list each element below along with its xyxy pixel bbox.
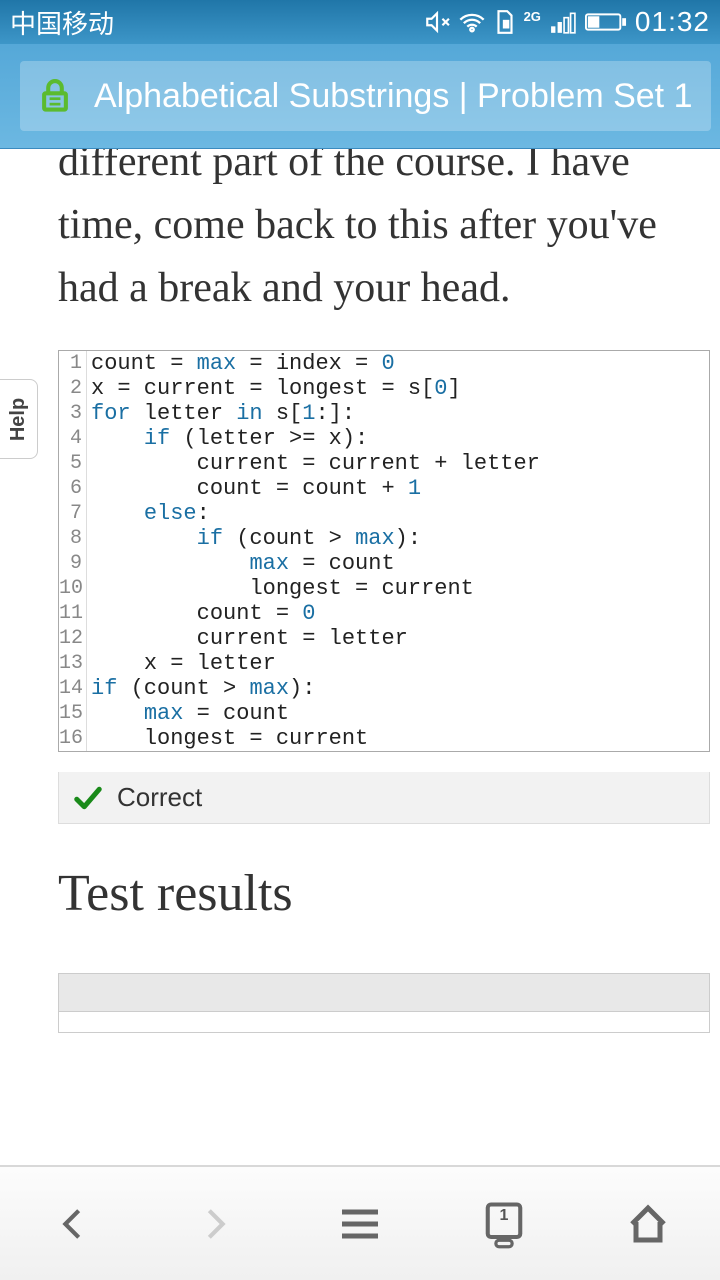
tabs-button[interactable]: 1 [459,1179,549,1269]
code-text: longest = current [87,576,474,601]
code-text: current = letter [87,626,408,651]
tab-count-badge: 1 [500,1207,509,1225]
status-bar: 中国移动 2G 01:32 [0,0,720,44]
code-line: 15 max = count [59,701,709,726]
code-line: 7 else: [59,501,709,526]
line-number: 1 [59,351,87,376]
battery-icon [585,11,627,33]
code-text: x = letter [87,651,276,676]
line-number: 5 [59,451,87,476]
network-type-label: 2G [524,9,541,24]
prose-body: different part of the course. I have tim… [58,149,657,311]
line-number: 13 [59,651,87,676]
clock-label: 01:32 [635,6,710,38]
test-results-heading: Test results [58,864,710,923]
status-icons: 2G 01:32 [424,6,710,38]
code-text: count = 0 [87,601,315,626]
code-text: longest = current [87,726,368,751]
page-title: Alphabetical Substrings | Problem Set 1 [94,77,693,116]
line-number: 7 [59,501,87,526]
code-text: count = max = index = 0 [87,351,395,376]
code-text: for letter in s[1:]: [87,401,355,426]
help-tab-label: Help [7,397,30,440]
instruction-text: suggest that you move on to different pa… [0,149,720,320]
line-number: 14 [59,676,87,701]
feedback-label: Correct [117,782,202,813]
results-panel: CORRECT [58,973,710,1033]
code-editor[interactable]: 1count = max = index = 02x = current = l… [58,350,710,752]
line-number: 4 [59,426,87,451]
line-number: 6 [59,476,87,501]
browser-header: Alphabetical Substrings | Problem Set 1 [0,44,720,149]
code-line: 13 x = letter [59,651,709,676]
code-text: count = count + 1 [87,476,421,501]
help-tab[interactable]: Help [0,379,38,459]
line-number: 11 [59,601,87,626]
code-text: max = count [87,551,395,576]
code-line: 16 longest = current [59,726,709,751]
line-number: 8 [59,526,87,551]
line-number: 3 [59,401,87,426]
line-number: 12 [59,626,87,651]
code-line: 10 longest = current [59,576,709,601]
code-text: current = current + letter [87,451,540,476]
carrier-label: 中国移动 [10,4,114,41]
lock-icon [38,77,72,115]
code-line: 2x = current = longest = s[0] [59,376,709,401]
code-text: else: [87,501,210,526]
line-number: 2 [59,376,87,401]
code-text: if (count > max): [87,526,421,551]
code-text: if (letter >= x): [87,426,368,451]
code-line: 12 current = letter [59,626,709,651]
code-text: x = current = longest = s[0] [87,376,461,401]
url-bar[interactable]: Alphabetical Substrings | Problem Set 1 [20,61,711,131]
code-line: 3for letter in s[1:]: [59,401,709,426]
home-button[interactable] [603,1179,693,1269]
line-number: 16 [59,726,87,751]
line-number: 9 [59,551,87,576]
checkmark-icon [73,783,103,813]
code-line: 5 current = current + letter [59,451,709,476]
results-panel-header [59,974,709,1012]
code-text: max = count [87,701,289,726]
menu-button[interactable] [315,1179,405,1269]
code-text: if (count > max): [87,676,315,701]
line-number: 15 [59,701,87,726]
page-content: Help suggest that you move on to differe… [0,149,720,1165]
mute-icon [424,9,450,35]
code-line: 8 if (count > max): [59,526,709,551]
browser-bottom-nav: 1 [0,1165,720,1280]
code-line: 1count = max = index = 0 [59,351,709,376]
line-number: 10 [59,576,87,601]
feedback-bar: Correct [58,772,710,824]
signal-icon [549,9,577,35]
code-line: 6 count = count + 1 [59,476,709,501]
code-line: 14if (count > max): [59,676,709,701]
back-button[interactable] [27,1179,117,1269]
code-line: 11 count = 0 [59,601,709,626]
sim-icon [494,9,516,35]
forward-button[interactable] [171,1179,261,1269]
code-line: 4 if (letter >= x): [59,426,709,451]
results-status-label: CORRECT [59,1012,709,1032]
wifi-icon [458,8,486,36]
code-line: 9 max = count [59,551,709,576]
